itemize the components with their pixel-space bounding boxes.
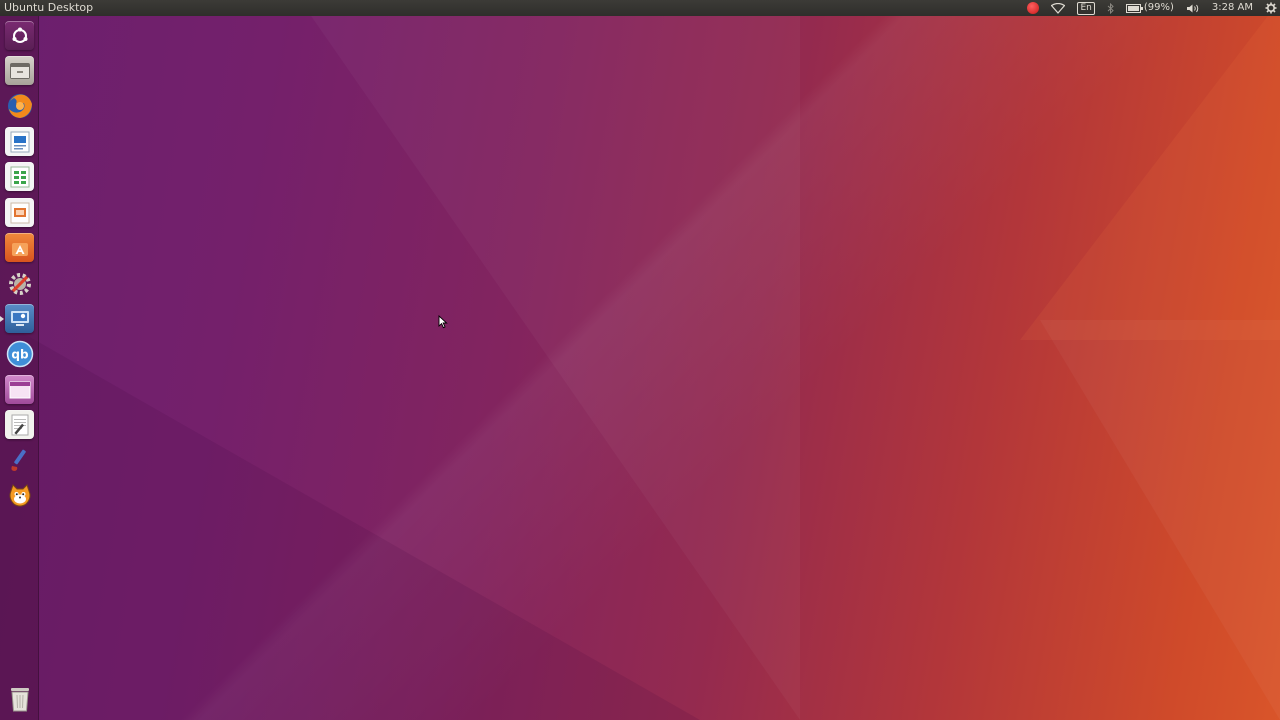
launcher-item-scratch[interactable] (4, 480, 35, 511)
launcher-item-qbittorrent[interactable]: qb (4, 338, 35, 369)
wallpaper-shard (0, 320, 700, 720)
launcher-item-workspace-switcher[interactable] (4, 374, 35, 405)
brush-icon (5, 445, 34, 474)
battery-indicator[interactable]: (99%) (1120, 0, 1180, 16)
indicator-area: En (99%) 3:28 AM (1021, 0, 1280, 16)
battery-icon (1125, 3, 1143, 13)
svg-text:qb: qb (11, 347, 29, 361)
wifi-icon (1051, 2, 1066, 14)
bluetooth-icon (1107, 2, 1114, 14)
record-icon (1027, 2, 1040, 14)
firefox-icon (5, 91, 34, 120)
launcher-item-paint-tool[interactable] (4, 444, 35, 475)
launcher-item-libreoffice-writer[interactable] (4, 126, 35, 157)
launcher-item-firefox[interactable] (4, 90, 35, 121)
network-indicator[interactable] (1045, 0, 1071, 16)
calc-icon (5, 162, 34, 191)
writer-icon (5, 127, 34, 156)
keyboard-layout-label: En (1077, 1, 1095, 15)
wallpaper-shard (1020, 0, 1280, 340)
launcher-item-dash-home[interactable] (4, 20, 35, 51)
software-center-icon (5, 233, 34, 262)
keyboard-indicator[interactable]: En (1071, 0, 1100, 16)
battery-percentage: (99%) (1143, 2, 1174, 13)
launcher-item-remote-desktop[interactable] (0, 303, 35, 334)
window-title: Ubuntu Desktop (4, 1, 94, 14)
trash-icon (5, 684, 34, 713)
running-indicator (0, 316, 4, 322)
text-editor-icon (5, 410, 34, 439)
launcher-item-ubuntu-software[interactable] (4, 232, 35, 263)
launcher-item-libreoffice-impress[interactable] (4, 197, 35, 228)
bluetooth-indicator[interactable] (1101, 0, 1120, 16)
impress-icon (5, 198, 34, 227)
mouse-pointer-icon (438, 315, 448, 329)
scratch-cat-icon (5, 481, 34, 510)
clock-time: 3:28 AM (1211, 2, 1253, 13)
top-panel: Ubuntu Desktop En (99%) 3:28 AM (0, 0, 1280, 16)
remote-desktop-icon (5, 304, 34, 333)
wallpaper-shard (1040, 320, 1280, 720)
desktop-wallpaper[interactable] (0, 0, 1280, 720)
recording-indicator[interactable] (1021, 0, 1045, 16)
gear-icon (1265, 2, 1277, 14)
workspaces-icon (5, 375, 34, 404)
launcher-item-system-settings[interactable] (4, 268, 35, 299)
launcher-item-libreoffice-calc[interactable] (4, 161, 35, 192)
settings-tools-icon (5, 269, 34, 298)
launcher-item-text-editor[interactable] (4, 409, 35, 440)
session-indicator[interactable] (1259, 0, 1280, 16)
file-manager-icon (5, 56, 34, 85)
sound-indicator[interactable] (1180, 0, 1206, 16)
wallpaper-shard (300, 0, 800, 720)
unity-launcher: qb (0, 16, 39, 720)
launcher-item-trash[interactable] (4, 683, 35, 714)
launcher-item-files[interactable] (4, 55, 35, 86)
qbittorrent-icon: qb (5, 339, 34, 368)
ubuntu-logo-icon (5, 21, 34, 50)
volume-icon (1186, 4, 1199, 12)
clock-indicator[interactable]: 3:28 AM (1206, 0, 1259, 16)
